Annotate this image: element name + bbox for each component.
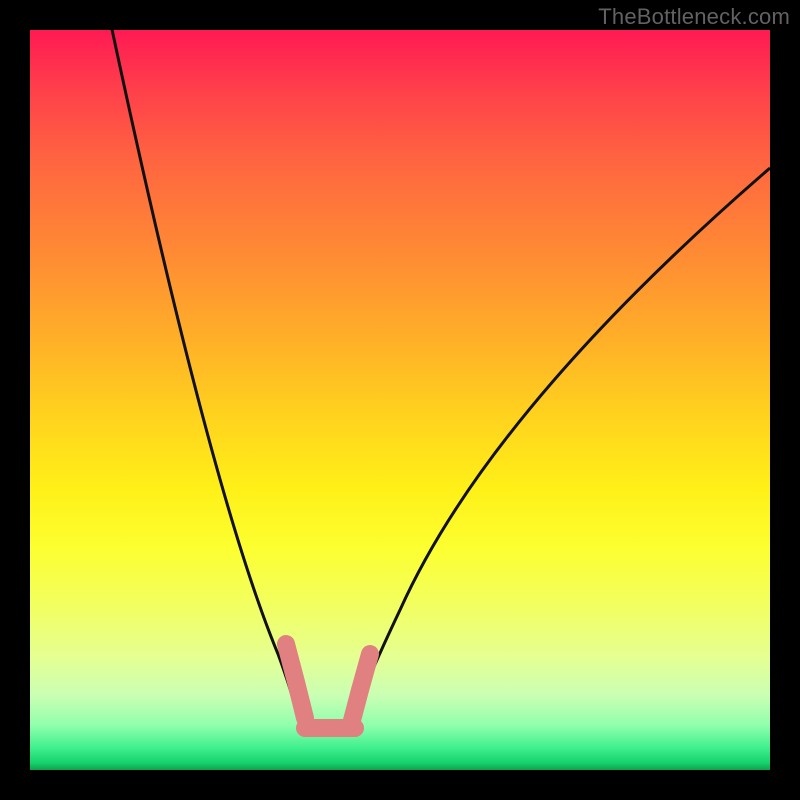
bottleneck-curve-right xyxy=(352,168,770,723)
chart-frame: TheBottleneck.com xyxy=(0,0,800,800)
watermark-text: TheBottleneck.com xyxy=(598,4,790,30)
chart-svg xyxy=(30,30,770,770)
highlight-left xyxy=(286,644,305,718)
bottleneck-curve-left xyxy=(110,30,298,718)
highlight-right xyxy=(350,654,370,728)
plot-area xyxy=(30,30,770,770)
